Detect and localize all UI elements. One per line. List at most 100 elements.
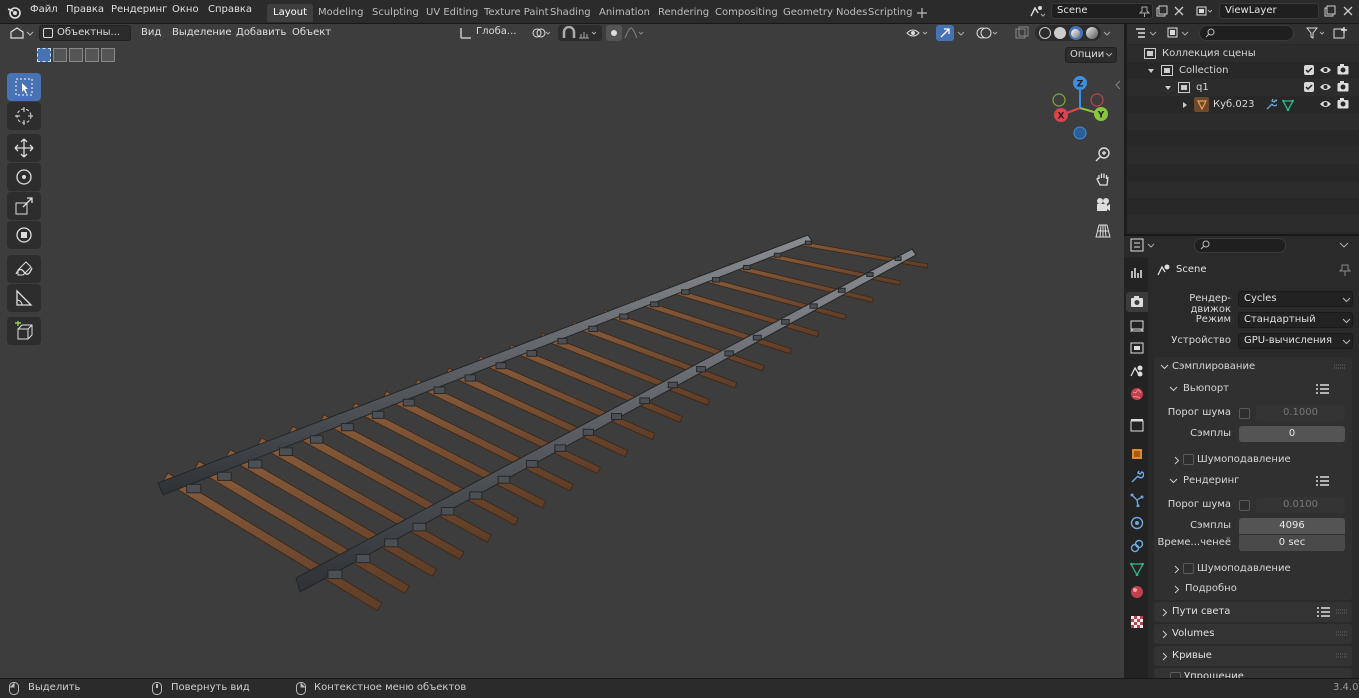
device-dropdown[interactable]: GPU-вычисления <box>1238 333 1353 349</box>
blender-logo-icon[interactable] <box>7 5 21 19</box>
add-workspace-icon[interactable] <box>914 5 930 21</box>
tab-sculpting[interactable]: Sculpting <box>366 4 425 22</box>
wireframe-shading-icon[interactable] <box>1038 27 1051 39</box>
texture-tab-icon[interactable] <box>1129 614 1145 630</box>
tab-uv-editing[interactable]: UV Editing <box>420 4 484 22</box>
tab-scripting[interactable]: Scripting <box>862 4 918 22</box>
render-camera-icon[interactable] <box>1337 64 1349 75</box>
zoom-icon[interactable] <box>1092 143 1114 165</box>
r-samples-field[interactable]: 4096 <box>1239 518 1345 534</box>
visibility-icon[interactable] <box>906 25 932 41</box>
physics-tab-icon[interactable] <box>1129 515 1145 531</box>
scene-selector-icon[interactable] <box>1027 3 1047 19</box>
modifier-tab-icon[interactable] <box>1129 469 1145 485</box>
volumes-panel[interactable]: Volumes <box>1154 624 1352 644</box>
viewlayer-selector-icon[interactable] <box>1193 3 1215 19</box>
snap-icon[interactable] <box>561 26 577 40</box>
rail-track-model[interactable] <box>0 24 1124 678</box>
pivot-point-icon[interactable] <box>531 26 553 40</box>
tool-rotate[interactable] <box>7 163 41 191</box>
proportional-edit-icon[interactable] <box>606 25 622 41</box>
tool-transform[interactable] <box>7 221 41 249</box>
menu-select[interactable]: Выделение <box>172 27 232 38</box>
menu-file[interactable]: Файл <box>30 4 58 15</box>
editor-type-icon[interactable] <box>9 26 35 40</box>
presets-list-icon[interactable] <box>1315 475 1329 487</box>
viewport-subpanel-header[interactable]: Вьюпорт <box>1163 379 1348 399</box>
delete-scene-icon[interactable] <box>1171 3 1187 19</box>
navigation-gizmo[interactable]: X Y Z <box>1048 74 1110 140</box>
tab-shading[interactable]: Shading <box>544 4 597 22</box>
presets-list-icon[interactable] <box>1316 606 1330 618</box>
pin-icon[interactable] <box>1339 264 1351 276</box>
select-new-icon[interactable] <box>37 48 51 62</box>
xray-icon[interactable] <box>1014 25 1030 41</box>
r-time-field[interactable]: 0 sec <box>1239 535 1345 551</box>
drag-handle-icon[interactable] <box>1336 631 1348 637</box>
collapse-icon[interactable] <box>1181 101 1189 109</box>
render-camera-icon[interactable] <box>1337 98 1349 109</box>
constraints-tab-icon[interactable] <box>1129 538 1145 554</box>
menu-add[interactable]: Добавить <box>236 27 286 38</box>
viewlayer-name-field[interactable]: ViewLayer <box>1219 3 1319 19</box>
new-scene-icon[interactable] <box>1154 3 1170 19</box>
new-viewlayer-icon[interactable] <box>1322 3 1338 19</box>
view-layer-tab-icon[interactable] <box>1129 340 1145 356</box>
vp-noise-field[interactable]: 0.1000 <box>1256 405 1345 421</box>
menu-help[interactable]: Справка <box>208 4 252 15</box>
gizmo-toggle-icon[interactable] <box>936 25 954 41</box>
r-denoise-checkbox[interactable] <box>1183 563 1194 574</box>
properties-editor-icon[interactable] <box>1130 238 1160 252</box>
vp-denoise-subpanel[interactable]: Шумоподавление <box>1163 451 1348 469</box>
tool-select-box[interactable] <box>7 73 41 101</box>
tool-add-cube[interactable] <box>7 317 41 345</box>
tool-measure[interactable] <box>7 284 41 312</box>
outliner-row-scene-collection[interactable]: Коллекция сцены <box>1127 45 1359 62</box>
expand-icon[interactable] <box>1164 84 1172 92</box>
outliner-editor-icon[interactable] <box>1135 26 1159 40</box>
eye-icon[interactable] <box>1319 82 1332 92</box>
modifier-wrench-icon[interactable] <box>1265 99 1277 111</box>
tab-rendering[interactable]: Rendering <box>652 4 715 22</box>
r-denoise-subpanel[interactable]: Шумоподавление <box>1163 560 1348 578</box>
drag-handle-icon[interactable] <box>1336 653 1348 659</box>
ortho-toggle-icon[interactable] <box>1092 220 1114 242</box>
select-intersect-icon[interactable] <box>101 48 115 62</box>
new-collection-icon[interactable] <box>1333 26 1349 40</box>
light-paths-panel[interactable]: Пути света <box>1154 602 1352 622</box>
render-camera-icon[interactable] <box>1337 81 1349 92</box>
select-subtract-icon[interactable] <box>69 48 83 62</box>
pan-hand-icon[interactable] <box>1092 168 1114 190</box>
tool-move[interactable] <box>7 134 41 162</box>
data-tab-icon[interactable] <box>1129 561 1145 577</box>
collection-tab-icon[interactable] <box>1129 417 1145 433</box>
exclude-checkbox[interactable] <box>1304 65 1314 75</box>
object-tab-icon[interactable] <box>1129 446 1145 462</box>
tool-tab-icon[interactable] <box>1129 265 1145 281</box>
eye-icon[interactable] <box>1319 99 1332 109</box>
sidebar-collapse-icon[interactable] <box>1114 80 1122 90</box>
rendered-shading-icon[interactable] <box>1085 27 1098 39</box>
orientation-dropdown[interactable]: Глоба... <box>476 26 524 37</box>
vp-noise-checkbox[interactable] <box>1239 408 1250 419</box>
display-mode-icon[interactable] <box>1167 26 1191 40</box>
drag-handle-icon[interactable] <box>1334 364 1346 370</box>
r-noise-checkbox[interactable] <box>1239 500 1250 511</box>
camera-view-icon[interactable] <box>1092 194 1114 216</box>
simplify-panel[interactable]: Упрощение <box>1154 668 1352 678</box>
exclude-checkbox[interactable] <box>1304 82 1314 92</box>
falloff-icon[interactable] <box>624 26 646 40</box>
material-shading-icon[interactable] <box>1068 26 1083 40</box>
drag-handle-icon[interactable] <box>1336 609 1348 615</box>
scene-tab-icon[interactable] <box>1129 363 1145 379</box>
menu-render[interactable]: Рендеринг <box>111 4 167 15</box>
pin-icon[interactable] <box>1136 3 1152 19</box>
snap-target-icon[interactable] <box>578 26 600 40</box>
vp-denoise-checkbox[interactable] <box>1183 454 1194 465</box>
render-subpanel-header[interactable]: Рендеринг <box>1163 471 1348 491</box>
menu-window[interactable]: Окно <box>172 4 199 15</box>
material-tab-icon[interactable] <box>1129 584 1145 600</box>
gizmo-dropdown-icon[interactable] <box>956 26 966 40</box>
sampling-header[interactable]: Сэмплирование <box>1154 357 1352 377</box>
particles-tab-icon[interactable] <box>1129 492 1145 508</box>
